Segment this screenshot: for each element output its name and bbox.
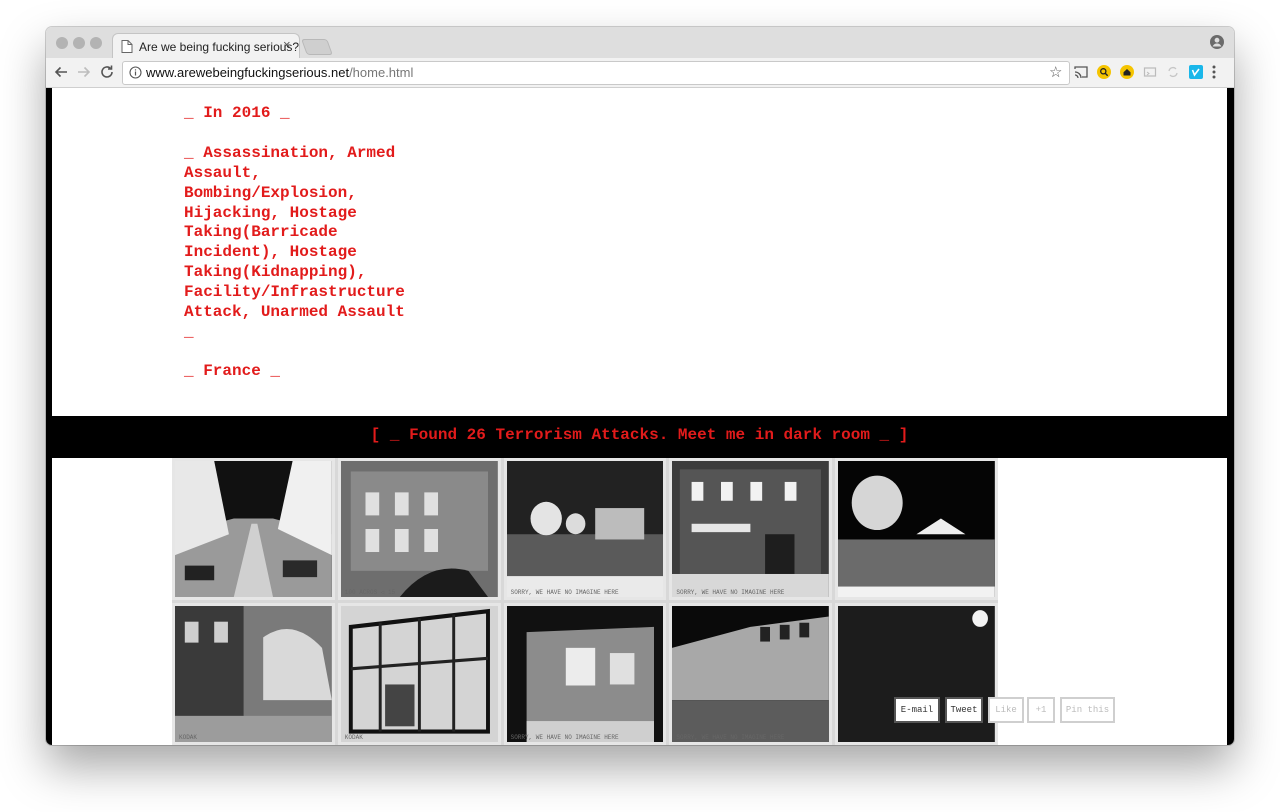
gallery-photo[interactable] [835, 458, 998, 600]
cast-icon[interactable] [1074, 65, 1088, 79]
back-arrow-icon[interactable] [53, 64, 69, 80]
search-extension-icon[interactable] [1097, 65, 1111, 79]
pin-this-button[interactable]: Pin this [1060, 697, 1115, 723]
film-caption: SORRY, WE HAVE NO IMAGINE HERE [676, 734, 785, 741]
facade-negative-image [672, 461, 830, 597]
film-caption: SORRY, WE HAVE NO IMAGINE HERE [510, 734, 619, 741]
tweet-button[interactable]: Tweet [945, 697, 983, 723]
menu-dots-icon[interactable] [1212, 64, 1216, 80]
night-square-negative-image [838, 461, 995, 597]
address-bar[interactable]: www.arewebeingfuckingserious.net/home.ht… [122, 61, 1070, 85]
new-tab-button[interactable] [301, 39, 333, 55]
page-viewport: _ In 2016 _ _ Assassination, Armed Assau… [46, 88, 1234, 745]
film-caption: SORRY, WE HAVE NO IMAGINE HERE [676, 589, 785, 596]
vimeo-extension-icon[interactable] [1189, 65, 1203, 79]
tab-close-icon[interactable]: × [283, 37, 291, 52]
forward-arrow-icon[interactable] [76, 64, 92, 80]
screen-extension-icon[interactable] [1143, 65, 1157, 79]
results-summary: _ In 2016 _ _ Assassination, Armed Assau… [52, 88, 1227, 416]
gallery-photo[interactable]: SORRY, WE HAVE NO IMAGINE HERE [503, 458, 667, 600]
banner-text[interactable]: [ _ Found 26 Terrorism Attacks. Meet me … [52, 426, 1227, 446]
gallery-photo[interactable] [172, 458, 335, 600]
browser-window: Are we being fucking serious? × www.arew… [46, 27, 1234, 745]
browser-toolbar: www.arewebeingfuckingserious.net/home.ht… [46, 58, 1234, 88]
film-caption: KODAK [179, 734, 198, 741]
building-negative-image [340, 461, 498, 597]
tab-title: Are we being fucking serious? [139, 40, 300, 54]
glass-structure-negative-image [340, 606, 498, 742]
tab-strip: Are we being fucking serious? × [46, 27, 1234, 60]
minimize-window-button[interactable] [73, 37, 85, 49]
gallery-photo[interactable]: SORRY, WE HAVE NO IMAGINE HERE [669, 603, 833, 745]
gallery-photo[interactable]: 100 ACROS ◁ 15 [337, 458, 501, 600]
email-share-button[interactable]: E-mail [894, 697, 940, 723]
country-line: _ France _ [184, 362, 281, 380]
brick-building-negative-image [506, 606, 664, 742]
zoom-window-button[interactable] [90, 37, 102, 49]
url-text[interactable]: www.arewebeingfuckingserious.net/home.ht… [146, 65, 413, 80]
tab-active[interactable]: Are we being fucking serious? × [112, 33, 300, 60]
close-window-button[interactable] [56, 37, 68, 49]
document-icon [121, 40, 133, 53]
gallery-photo[interactable] [835, 603, 998, 745]
sync-extension-icon[interactable] [1166, 65, 1180, 79]
cobblestone-square-negative-image [672, 606, 830, 742]
bookmark-star-icon[interactable]: ☆ [1049, 64, 1062, 82]
gallery-photo[interactable]: SORRY, WE HAVE NO IMAGINE HERE [669, 458, 833, 600]
dark-room-banner[interactable]: [ _ Found 26 Terrorism Attacks. Meet me … [52, 416, 1227, 458]
like-button[interactable]: Like [988, 697, 1024, 723]
gallery-area: 100 ACROS ◁ 15 SORRY, WE HAVE NO IMAGINE… [52, 458, 1227, 745]
street-corner-negative-image [175, 606, 332, 742]
film-caption: SORRY, WE HAVE NO IMAGINE HERE [510, 589, 619, 596]
url-path: /home.html [349, 65, 414, 80]
street-negative-image [175, 461, 332, 597]
gallery-photo[interactable]: KODAK [172, 603, 335, 745]
url-domain: www.arewebeingfuckingserious.net [146, 65, 350, 80]
profile-icon[interactable] [1210, 35, 1224, 49]
info-icon[interactable] [129, 66, 142, 79]
home-extension-icon[interactable] [1120, 65, 1134, 79]
reload-icon[interactable] [99, 64, 115, 80]
film-caption: 100 ACROS ◁ 15 [344, 589, 396, 596]
negative-photo-gallery: 100 ACROS ◁ 15 SORRY, WE HAVE NO IMAGINE… [172, 458, 998, 745]
gallery-photo[interactable]: SORRY, WE HAVE NO IMAGINE HERE [503, 603, 667, 745]
year-line: _ In 2016 _ [184, 104, 290, 122]
attack-types-list: _ Assassination, Armed Assault, Bombing/… [184, 144, 405, 341]
plaza-negative-image [506, 461, 664, 597]
gallery-photo[interactable]: KODAK [337, 603, 501, 745]
plus-one-button[interactable]: +1 [1027, 697, 1055, 723]
film-caption: KODAK [344, 734, 363, 741]
